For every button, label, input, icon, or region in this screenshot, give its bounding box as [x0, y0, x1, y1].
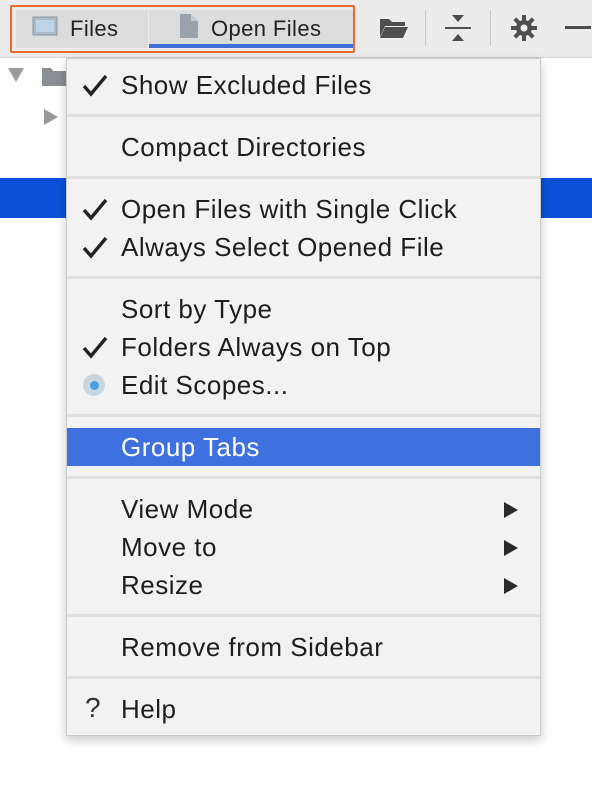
- menu-separator: [67, 176, 540, 179]
- checkmark-icon: [82, 197, 108, 223]
- menu-separator: [67, 114, 540, 117]
- menu-item-label: Edit Scopes...: [121, 369, 289, 400]
- menu-separator: [67, 476, 540, 479]
- checkmark-icon: [82, 335, 108, 361]
- menu-item-label: Always Select Opened File: [121, 231, 445, 262]
- view-tabs-group: Files Open Files: [10, 5, 355, 53]
- expand-arrow-icon[interactable]: [8, 68, 24, 87]
- menu-item-always-select-opened-file[interactable]: Always Select Opened File: [67, 228, 540, 266]
- toolbar-separator: [425, 10, 426, 46]
- menu-separator: [67, 276, 540, 279]
- radio-selected-icon: [83, 374, 105, 396]
- menu-item-sort-by-type[interactable]: Sort by Type: [67, 290, 540, 328]
- menu-item-edit-scopes[interactable]: Edit Scopes...: [67, 366, 540, 404]
- checkmark-icon: [82, 235, 108, 261]
- document-icon: [179, 13, 199, 45]
- menu-separator: [67, 614, 540, 617]
- project-toolbar: Files Open Files: [0, 0, 592, 58]
- toolbar-separator: [490, 10, 491, 46]
- menu-item-group-tabs[interactable]: Group Tabs: [67, 428, 540, 466]
- menu-item-resize[interactable]: Resize: [67, 566, 540, 604]
- menu-separator: [67, 414, 540, 417]
- collapse-all-icon[interactable]: [441, 12, 475, 44]
- checkmark-icon: [82, 73, 108, 99]
- submenu-arrow-icon: [504, 502, 518, 518]
- menu-item-label: View Mode: [121, 493, 254, 524]
- submenu-arrow-icon: [504, 578, 518, 594]
- menu-item-show-excluded-files[interactable]: Show Excluded Files: [67, 66, 540, 104]
- menu-item-label: Sort by Type: [121, 293, 273, 324]
- menu-item-label: Show Excluded Files: [121, 69, 372, 100]
- menu-item-view-mode[interactable]: View Mode: [67, 490, 540, 528]
- tab-open-files-label: Open Files: [211, 16, 322, 41]
- tab-files[interactable]: Files: [16, 10, 148, 48]
- folder-view-icon: [32, 15, 58, 43]
- menu-item-help[interactable]: ? Help: [67, 690, 540, 728]
- menu-item-compact-directories[interactable]: Compact Directories: [67, 128, 540, 166]
- options-popup-menu: Show Excluded Files Compact Directories …: [66, 58, 541, 736]
- tab-files-label: Files: [70, 16, 119, 41]
- menu-item-label: Remove from Sidebar: [121, 631, 384, 662]
- folder-icon: [42, 66, 66, 91]
- menu-item-remove-from-sidebar[interactable]: Remove from Sidebar: [67, 628, 540, 666]
- menu-item-label: Help: [121, 693, 177, 724]
- collapse-arrow-icon[interactable]: [44, 109, 58, 130]
- menu-item-label: Resize: [121, 569, 204, 600]
- open-folder-icon[interactable]: [377, 12, 411, 44]
- menu-item-label: Compact Directories: [121, 131, 367, 162]
- menu-item-open-files-single-click[interactable]: Open Files with Single Click: [67, 190, 540, 228]
- menu-item-label: Move to: [121, 531, 217, 562]
- menu-item-folders-always-on-top[interactable]: Folders Always on Top: [67, 328, 540, 366]
- menu-separator: [67, 676, 540, 679]
- submenu-arrow-icon: [504, 540, 518, 556]
- tab-open-files[interactable]: Open Files: [149, 10, 353, 48]
- menu-item-label: Folders Always on Top: [121, 331, 392, 362]
- menu-item-label: Group Tabs: [121, 431, 260, 462]
- minimize-icon[interactable]: [561, 12, 592, 44]
- menu-item-move-to[interactable]: Move to: [67, 528, 540, 566]
- gear-icon[interactable]: [507, 12, 541, 44]
- question-mark-icon: ?: [85, 692, 102, 723]
- menu-item-label: Open Files with Single Click: [121, 193, 458, 224]
